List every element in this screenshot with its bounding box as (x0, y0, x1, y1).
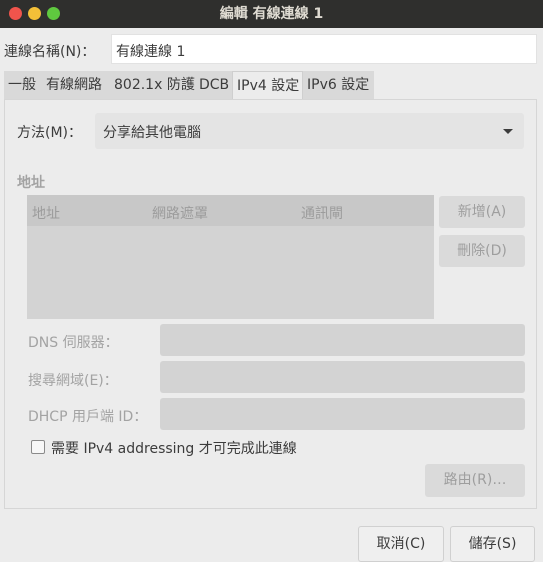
tab-dcb[interactable]: DCB (195, 71, 232, 99)
method-value: 分享給其他電腦 (103, 125, 201, 141)
addresses-table-header: 地址 網路遮罩 通訊閘 (27, 195, 434, 226)
column-header-netmask: 網路遮罩 (152, 206, 208, 222)
require-ipv4-checkbox[interactable] (31, 440, 45, 454)
add-address-button[interactable]: 新增(A) (439, 196, 525, 228)
ipv4-settings-page: 方法(M)： 分享給其他電腦 地址 地址 網路遮罩 通訊閘 新增(A) 刪除(D… (4, 99, 537, 509)
tab-general[interactable]: 一般 (4, 71, 42, 99)
tab-ipv4-settings[interactable]: IPv4 設定 (232, 71, 303, 99)
routes-button[interactable]: 路由(R)… (425, 464, 525, 497)
dns-servers-label: DNS 伺服器： (28, 335, 119, 351)
maximize-window-button[interactable] (47, 7, 60, 20)
column-header-address: 地址 (32, 206, 60, 222)
dhcp-client-id-label: DHCP 用戶端 ID： (28, 409, 148, 425)
delete-address-button[interactable]: 刪除(D) (439, 235, 525, 267)
addresses-section-title: 地址 (17, 175, 45, 191)
addresses-table: 地址 網路遮罩 通訊閘 (27, 195, 434, 319)
cancel-button[interactable]: 取消(C) (358, 526, 444, 562)
edit-connection-window: 編輯 有線連線 1 連線名稱(N)： 有線連線 1 一般 有線網路 802.1x… (0, 0, 543, 562)
tab-wired[interactable]: 有線網路 (42, 71, 110, 99)
require-ipv4-label[interactable]: 需要 IPv4 addressing 才可完成此連線 (51, 438, 297, 458)
save-button[interactable]: 儲存(S) (450, 526, 535, 562)
close-window-button[interactable] (9, 7, 22, 20)
tab-8021x-security[interactable]: 802.1x 防護 (110, 71, 195, 99)
dhcp-client-id-input[interactable] (160, 398, 525, 430)
minimize-window-button[interactable] (28, 7, 41, 20)
title-bar: 編輯 有線連線 1 (0, 0, 543, 28)
search-domains-input[interactable] (160, 361, 525, 393)
dns-servers-input[interactable] (160, 324, 525, 356)
dropdown-arrow-icon (503, 129, 513, 134)
tab-ipv6-settings[interactable]: IPv6 設定 (303, 71, 374, 99)
column-header-gateway: 通訊閘 (301, 206, 343, 222)
method-dropdown[interactable]: 分享給其他電腦 (95, 113, 524, 149)
method-label: 方法(M)： (17, 125, 83, 141)
connection-name-label: 連線名稱(N)： (4, 44, 96, 60)
connection-name-input[interactable]: 有線連線 1 (111, 34, 537, 64)
window-title: 編輯 有線連線 1 (219, 6, 324, 22)
search-domains-label: 搜尋網域(E)： (28, 373, 118, 389)
connection-name-row: 連線名稱(N)： 有線連線 1 (0, 34, 543, 64)
